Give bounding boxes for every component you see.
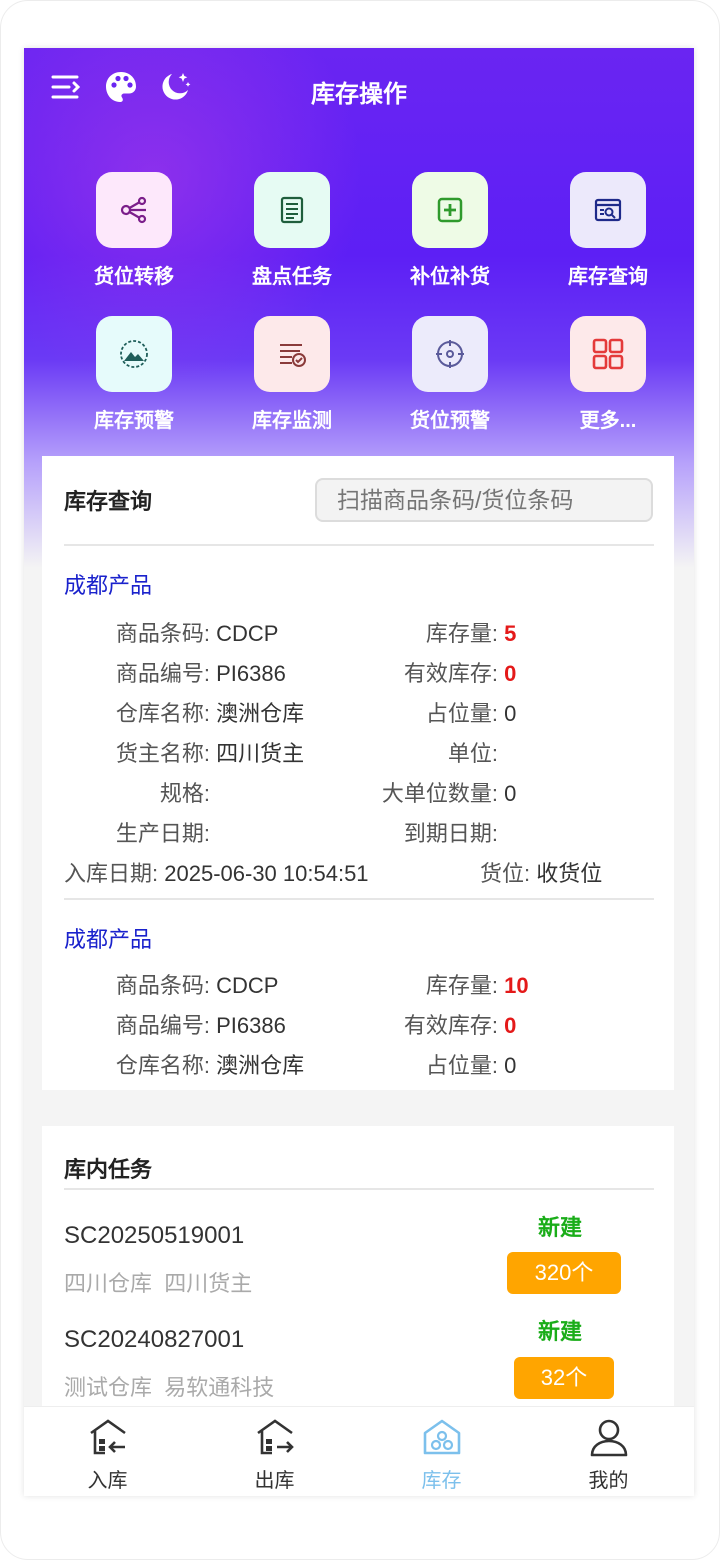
task-meta: 四川仓库 四川货主: [64, 1271, 253, 1296]
field-inbound-date: 入库日期: 2025-06-30 10:54:51: [64, 861, 369, 886]
record-title[interactable]: 成都产品: [64, 568, 152, 600]
menu-label: 货位转移: [94, 266, 174, 288]
warehouse-tasks-card: 库内任务 SC20250519001 四川仓库 四川货主 新建 320个 SC2…: [42, 1126, 674, 1426]
menu-item-replenish[interactable]: 补位补货: [370, 172, 530, 289]
divider: [64, 898, 654, 900]
divider: [64, 544, 654, 546]
barcode-search-input[interactable]: [315, 478, 653, 522]
task-status: 新建: [538, 1215, 583, 1240]
task-code: SC20240827001: [64, 1326, 245, 1353]
task-code: SC20250519001: [64, 1222, 245, 1249]
divider: [64, 1188, 654, 1190]
page-title: 库存操作: [311, 81, 407, 108]
share-nodes-icon: [96, 172, 172, 248]
menu-label: 更多...: [579, 410, 637, 432]
target-icon: [412, 316, 488, 392]
plus-square-icon: [412, 172, 488, 248]
menu-item-stock-monitor[interactable]: 库存监测: [212, 316, 372, 433]
menu-label: 补位补货: [410, 266, 490, 288]
tab-outbound[interactable]: 出库: [191, 1407, 358, 1496]
field-production-date: 生产日期:: [115, 821, 210, 846]
task-meta: 测试仓库 易软通科技: [64, 1375, 275, 1400]
field-expiry-date: 到期日期:: [403, 821, 498, 846]
task-qty-badge: 320个: [507, 1252, 621, 1294]
top-bar: 库存操作: [24, 48, 694, 132]
field-occupied: 占位量: 0: [425, 1053, 517, 1078]
field-spec: 规格:: [159, 781, 210, 806]
app-screen: 库存操作 货位转移 盘点任务 补位补货 库存查询 库存预警 库存监测 货位预警 …: [24, 48, 694, 1496]
checklist-icon: [254, 172, 330, 248]
task-status: 新建: [538, 1319, 583, 1344]
menu-item-transfer[interactable]: 货位转移: [54, 172, 214, 289]
warehouse-in-icon: [89, 1419, 126, 1455]
tab-label: 入库: [87, 1470, 128, 1492]
field-valid-stock: 有效库存: 0: [403, 1013, 517, 1038]
tab-profile[interactable]: 我的: [525, 1407, 692, 1496]
menu-label: 货位预警: [410, 410, 490, 432]
field-product-code: 商品编号: PI6386: [115, 1013, 286, 1038]
grid-four-icon: [570, 316, 646, 392]
field-location: 货位: 收货位: [480, 861, 603, 886]
field-owner: 货主名称: 四川货主: [115, 741, 305, 766]
field-stock: 库存量: 10: [425, 973, 529, 998]
field-stock: 库存量: 5: [425, 621, 517, 646]
inventory-query-card: 库存查询 成都产品 商品条码: CDCP 库存量: 5 商品编号: PI6386…: [42, 456, 674, 1090]
menu-item-more[interactable]: 更多...: [528, 316, 688, 433]
field-big-unit-qty: 大单位数量: 0: [381, 781, 517, 806]
menu-item-stock-warning[interactable]: 库存预警: [54, 316, 214, 433]
section-title: 库内任务: [64, 1157, 153, 1182]
bottom-tab-bar: 入库 出库 库存 我的: [24, 1406, 694, 1496]
field-warehouse: 仓库名称: 澳洲仓库: [115, 1053, 305, 1078]
search-window-icon: [570, 172, 646, 248]
field-barcode: 商品条码: CDCP: [115, 621, 279, 646]
record-title[interactable]: 成都产品: [64, 922, 152, 954]
field-product-code: 商品编号: PI6386: [115, 661, 286, 686]
menu-label: 库存查询: [568, 266, 648, 288]
menu-item-location-warning[interactable]: 货位预警: [370, 316, 530, 433]
user-icon: [590, 1419, 627, 1457]
section-title: 库存查询: [64, 489, 153, 514]
radar-mountain-icon: [96, 316, 172, 392]
field-valid-stock: 有效库存: 0: [403, 661, 517, 686]
menu-item-inventory-query[interactable]: 库存查询: [528, 172, 688, 289]
tab-label: 出库: [254, 1470, 295, 1492]
task-qty-badge: 32个: [514, 1357, 614, 1399]
menu-label: 库存预警: [94, 410, 174, 432]
warehouse-out-icon: [256, 1419, 294, 1455]
menu-item-stocktake[interactable]: 盘点任务: [212, 172, 372, 289]
field-barcode: 商品条码: CDCP: [115, 973, 279, 998]
tab-inbound[interactable]: 入库: [24, 1407, 191, 1496]
warehouse-stock-icon: [423, 1419, 460, 1455]
field-occupied: 占位量: 0: [425, 701, 517, 726]
menu-label: 库存监测: [252, 410, 332, 432]
tab-label: 我的: [588, 1470, 629, 1492]
tab-label: 库存: [421, 1470, 462, 1492]
doc-check-icon: [254, 316, 330, 392]
tab-inventory[interactable]: 库存: [358, 1407, 525, 1496]
menu-label: 盘点任务: [252, 266, 332, 288]
field-unit: 单位:: [447, 741, 498, 766]
field-warehouse: 仓库名称: 澳洲仓库: [115, 701, 305, 726]
